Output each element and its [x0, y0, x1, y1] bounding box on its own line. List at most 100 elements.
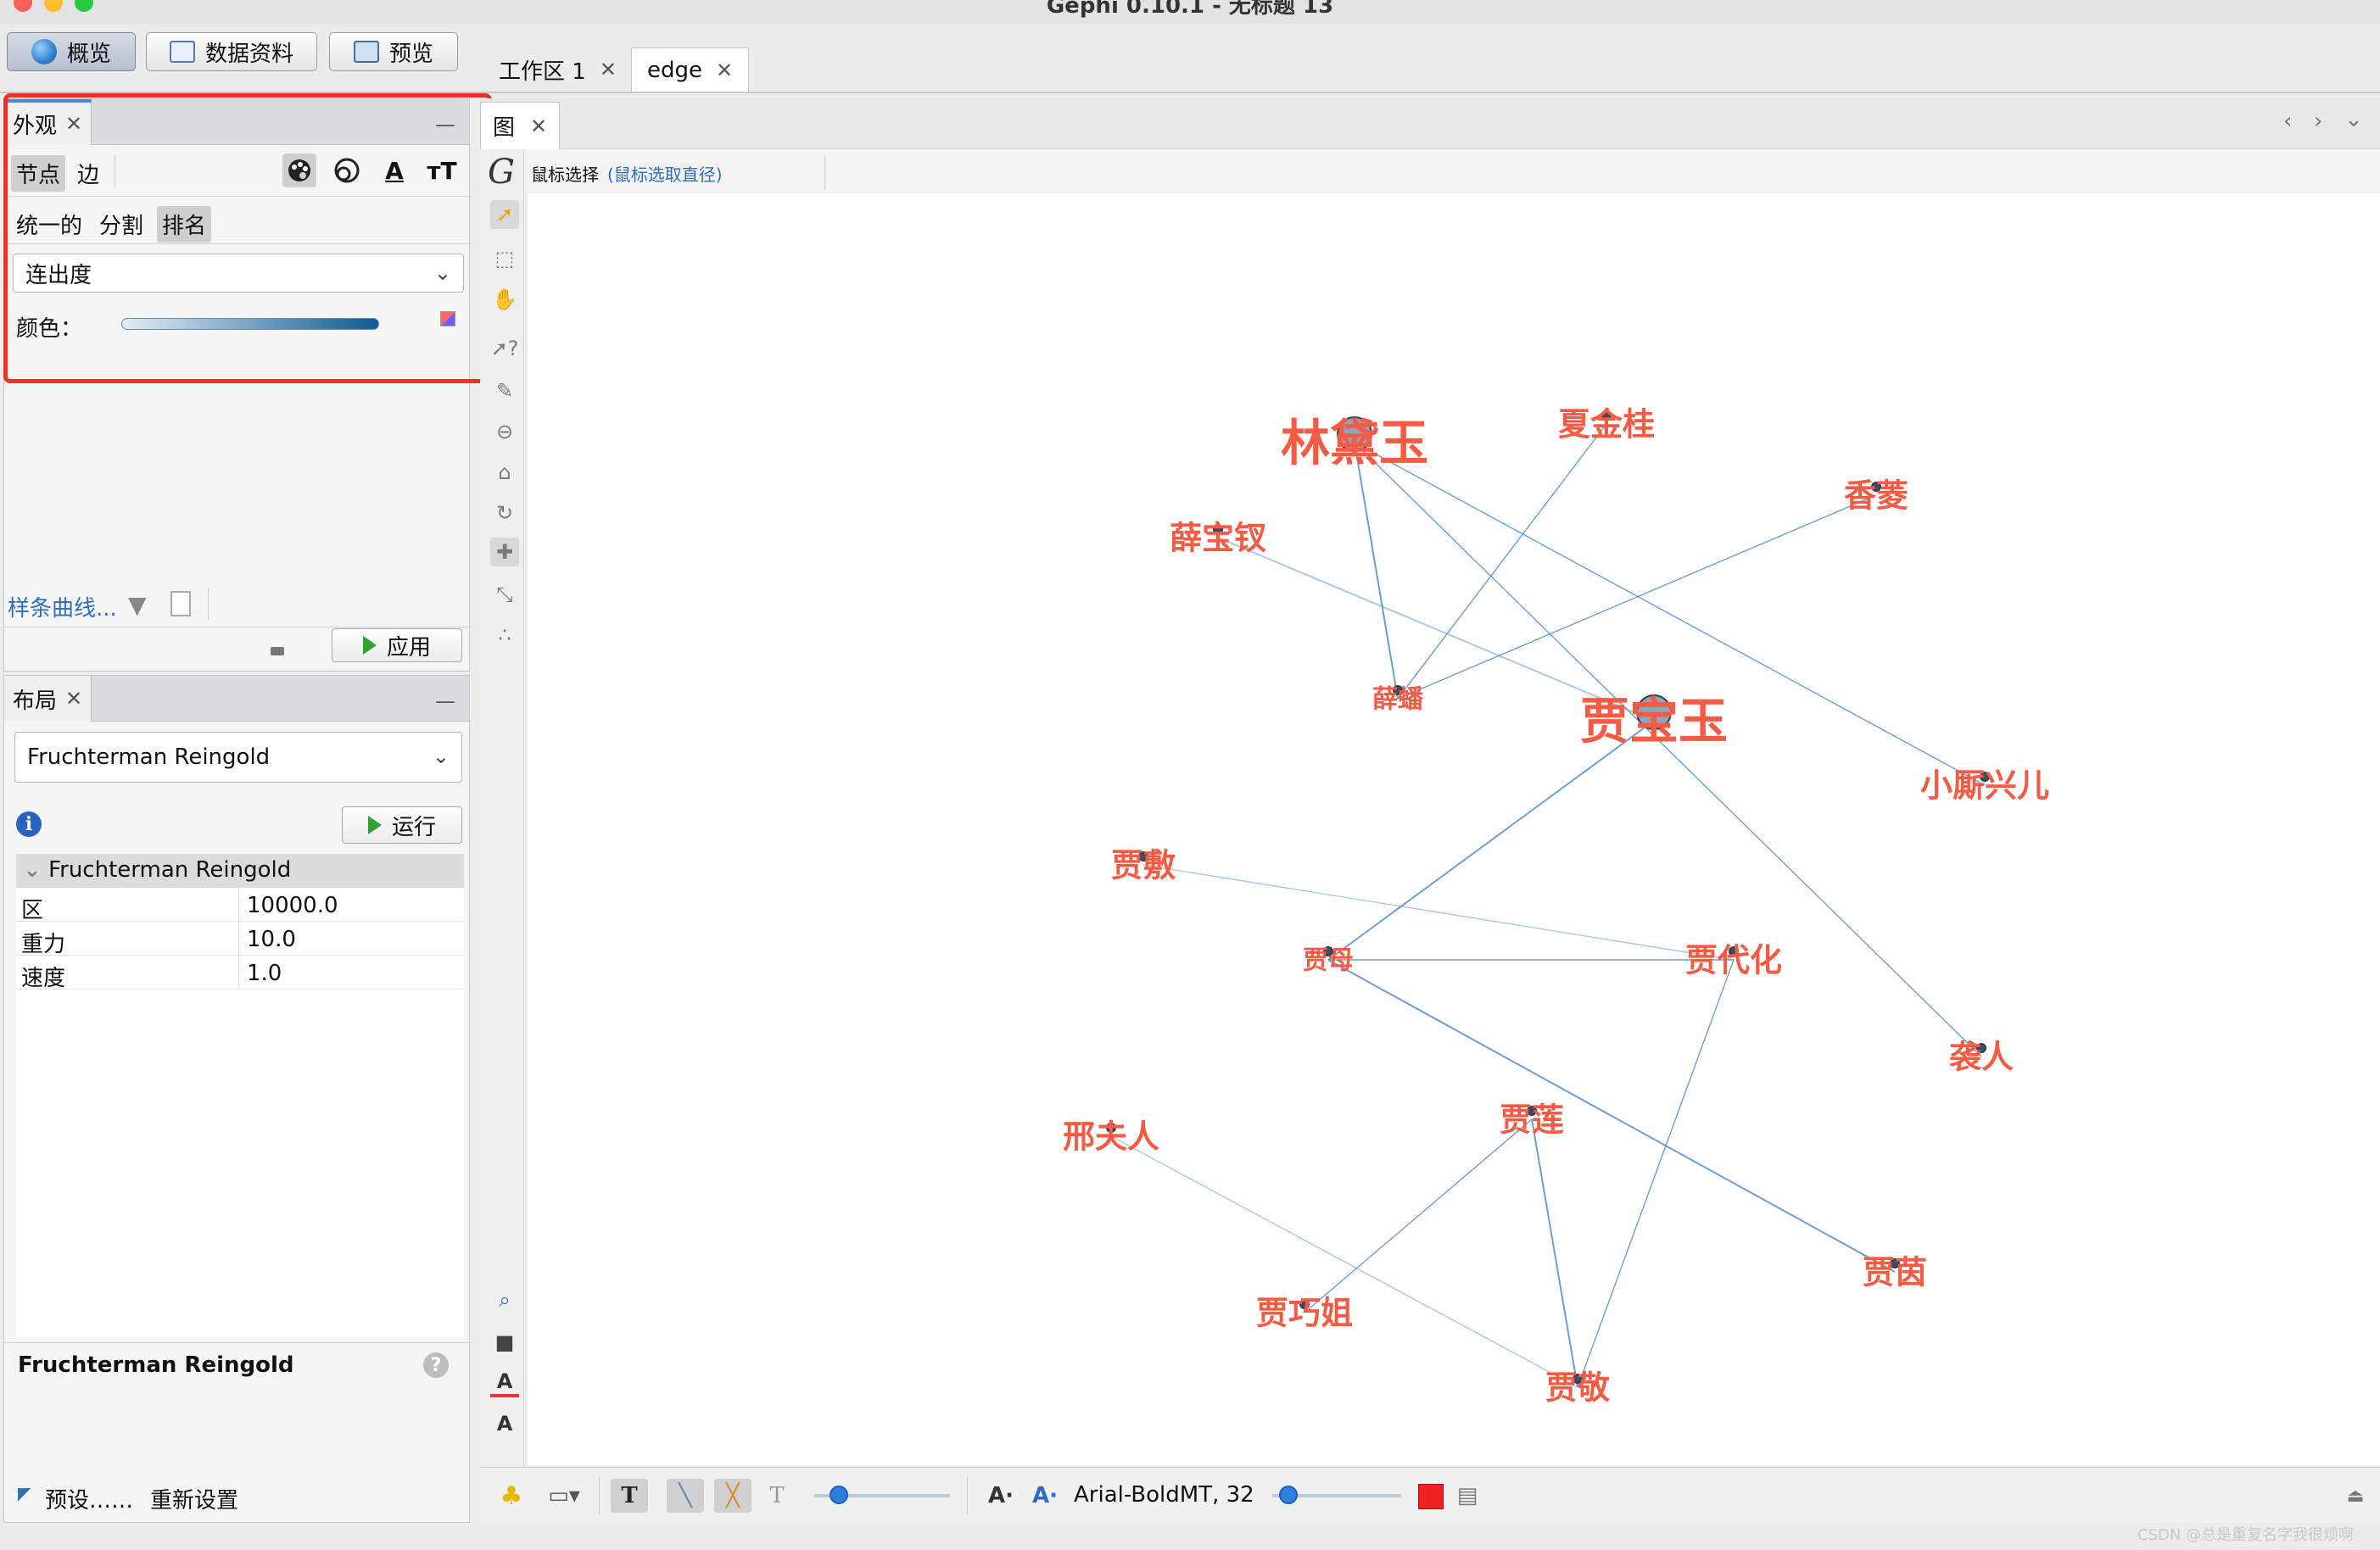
- chevron-right-icon[interactable]: ›: [2314, 109, 2322, 134]
- lock-icon[interactable]: [271, 647, 284, 655]
- run-button[interactable]: 运行: [342, 806, 462, 844]
- spline-link[interactable]: 样条曲线...: [8, 591, 117, 622]
- workspace-edge-label: edge: [647, 57, 702, 83]
- graph-edge[interactable]: [1327, 720, 1655, 961]
- tab-layout[interactable]: 布局 ✕: [4, 676, 92, 722]
- graph-edge[interactable]: [1397, 494, 1877, 700]
- graph-edge[interactable]: [1577, 959, 1735, 1388]
- title-bar: Gephi 0.10.1 - 无标题 13: [0, 0, 2380, 24]
- close-icon[interactable]: ✕: [716, 59, 733, 82]
- layout-panel-header: 布局 ✕ —: [4, 676, 469, 722]
- help-icon[interactable]: ?: [423, 1352, 449, 1378]
- sizer-icon[interactable]: ⊖: [490, 417, 519, 446]
- property-value[interactable]: 10000.0: [247, 893, 338, 918]
- apply-button[interactable]: 应用: [332, 628, 462, 662]
- graph-edge[interactable]: [1304, 1118, 1533, 1313]
- overview-button[interactable]: 概览: [7, 32, 136, 71]
- node-label[interactable]: 香菱: [1844, 477, 1908, 514]
- minimize-icon[interactable]: —: [435, 689, 455, 713]
- node-label[interactable]: 贾敬: [1545, 1369, 1611, 1406]
- gephi-logo-icon: G: [488, 153, 515, 192]
- expand-icon[interactable]: ⏏: [2343, 1479, 2368, 1513]
- screenshot-icon[interactable]: ▭▾: [539, 1479, 589, 1513]
- clipboard-icon[interactable]: ▤: [1452, 1479, 1483, 1513]
- property-section-header[interactable]: ⌄ Fruchterman Reingold: [16, 854, 464, 888]
- property-row-area[interactable]: 区 10000.0: [16, 888, 464, 923]
- add-node-icon[interactable]: ✚: [490, 538, 519, 566]
- node-label[interactable]: 贾宝玉: [1580, 692, 1728, 750]
- shortest-path-icon[interactable]: ∴: [490, 621, 519, 650]
- pointer-help-icon[interactable]: ➚?: [490, 334, 519, 363]
- close-icon[interactable]: ✕: [600, 58, 617, 81]
- show-edges-icon[interactable]: ╲: [667, 1479, 704, 1513]
- graph-edge[interactable]: [1110, 1135, 1578, 1388]
- presets-button[interactable]: 预设……: [45, 1483, 133, 1514]
- property-value[interactable]: 1.0: [247, 961, 282, 986]
- font-label[interactable]: Arial-BoldMT, 32: [1074, 1482, 1254, 1508]
- close-icon[interactable]: ✕: [530, 114, 547, 138]
- node-label[interactable]: 贾母: [1303, 946, 1354, 976]
- node-label[interactable]: 贾代化: [1685, 941, 1782, 979]
- add-edge-icon[interactable]: ⤡: [490, 580, 519, 609]
- chevron-down-icon: ⌄: [23, 857, 42, 883]
- layout-algorithm-dropdown[interactable]: Fruchterman Reingold ⌄: [14, 732, 462, 783]
- node-label[interactable]: 薛宝钗: [1170, 519, 1266, 556]
- text-color-icon[interactable]: A: [490, 1369, 519, 1397]
- node-label[interactable]: 贾巧姐: [1256, 1294, 1353, 1331]
- graph-edge[interactable]: [1354, 442, 1399, 700]
- selection-mode-label: 鼠标选择: [531, 164, 599, 185]
- reset-button[interactable]: 重新设置: [150, 1483, 238, 1514]
- edge-color-icon[interactable]: ╳: [714, 1479, 751, 1513]
- rect-select-icon[interactable]: ⬚: [490, 244, 519, 273]
- lightbulb-icon[interactable]: ♣: [497, 1479, 526, 1513]
- node-label[interactable]: 夏金桂: [1558, 405, 1655, 443]
- drag-hand-icon[interactable]: ✋: [490, 285, 519, 314]
- text-size-icon[interactable]: A: [490, 1409, 519, 1438]
- divider: [599, 1477, 600, 1514]
- divider: [238, 922, 239, 956]
- info-icon[interactable]: i: [16, 811, 42, 837]
- rotate-icon[interactable]: ↻: [490, 499, 519, 527]
- slider-knob[interactable]: [830, 1486, 848, 1504]
- node-label[interactable]: 袭人: [1949, 1038, 2014, 1075]
- graph-edge[interactable]: [1327, 959, 1896, 1273]
- select-pointer-icon[interactable]: ➚: [490, 200, 519, 229]
- node-label[interactable]: 林黛玉: [1281, 414, 1428, 471]
- edge-labels-icon[interactable]: T: [760, 1479, 794, 1513]
- property-value[interactable]: 10.0: [247, 927, 296, 952]
- graph-svg[interactable]: 林黛玉 夏金桂香菱薛宝钗薛蟠 贾宝玉小厮兴儿贾敷贾母 贾代化袭人邢夫人 贾莲贾茵贾巧姐贾…: [528, 193, 2380, 1465]
- font-increase-icon[interactable]: A·: [1028, 1479, 1062, 1513]
- divider: [238, 888, 239, 922]
- node-label[interactable]: 贾敷: [1111, 846, 1176, 884]
- chevron-left-icon[interactable]: ‹: [2283, 109, 2292, 134]
- brush-icon[interactable]: ⌂: [490, 458, 519, 487]
- layout-title: 布局: [13, 688, 58, 714]
- copy-icon[interactable]: [170, 591, 191, 616]
- presets-icon[interactable]: ◤: [18, 1483, 31, 1503]
- painter-icon[interactable]: ✎: [490, 376, 519, 405]
- show-labels-icon[interactable]: T: [611, 1479, 648, 1513]
- node-label[interactable]: 贾莲: [1500, 1101, 1564, 1138]
- property-row-speed[interactable]: 速度 1.0: [16, 956, 464, 991]
- tab-workspace-1[interactable]: 工作区 1 ✕: [483, 47, 632, 92]
- tab-graph[interactable]: 图 ✕: [480, 102, 561, 149]
- play-icon: [367, 816, 382, 834]
- property-row-gravity[interactable]: 重力 10.0: [16, 922, 464, 957]
- font-decrease-icon[interactable]: A·: [984, 1479, 1018, 1513]
- preview-button[interactable]: 预览: [329, 32, 458, 71]
- close-icon[interactable]: ✕: [65, 687, 82, 711]
- node-label[interactable]: 薛蟠: [1372, 685, 1424, 715]
- node-label[interactable]: 小厮兴儿: [1920, 767, 2049, 804]
- node-label[interactable]: 贾茵: [1863, 1253, 1927, 1291]
- label-color-swatch[interactable]: [1418, 1484, 1444, 1509]
- node-label[interactable]: 邢夫人: [1063, 1118, 1159, 1155]
- data-lab-button[interactable]: 数据资料: [146, 32, 317, 71]
- slider-knob[interactable]: [1279, 1486, 1298, 1504]
- filter-icon[interactable]: ▼: [128, 591, 147, 619]
- zoom-fit-icon[interactable]: ⌕: [490, 1285, 519, 1314]
- background-color-icon[interactable]: ■: [490, 1328, 519, 1357]
- graph-edge[interactable]: [1531, 1118, 1578, 1388]
- graph-canvas[interactable]: 林黛玉 夏金桂香菱薛宝钗薛蟠 贾宝玉小厮兴儿贾敷贾母 贾代化袭人邢夫人 贾莲贾茵贾巧姐贾…: [528, 193, 2380, 1465]
- chevron-down-icon[interactable]: ⌄: [2344, 107, 2363, 132]
- tab-workspace-edge[interactable]: edge ✕: [631, 47, 750, 92]
